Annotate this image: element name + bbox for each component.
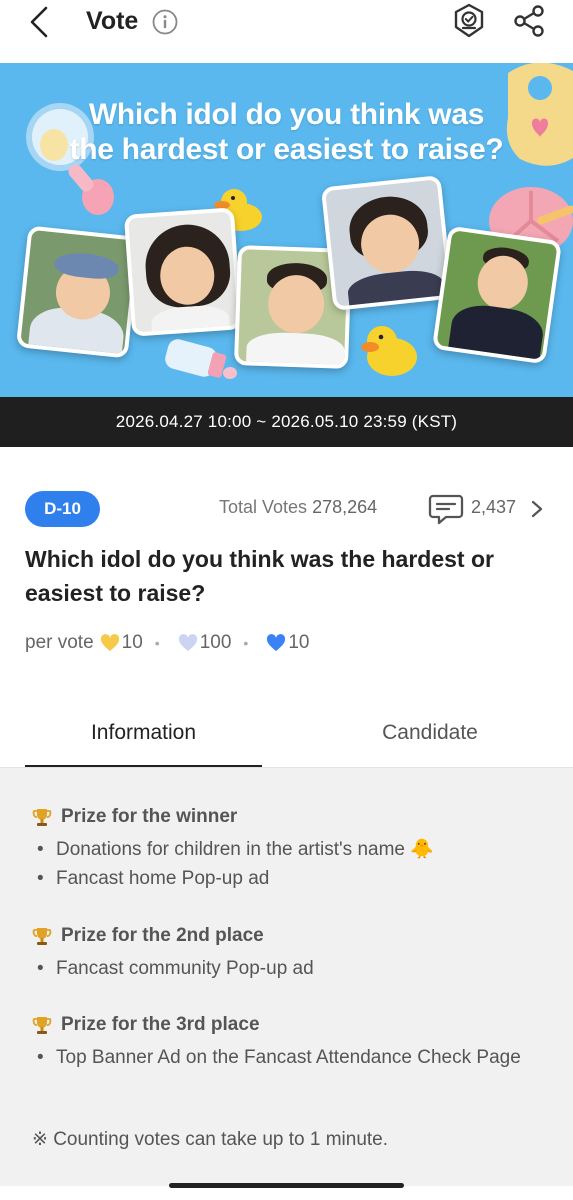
blue-heart-value: 10 [288,632,310,653]
top-bar: Vote [0,0,573,44]
share-icon[interactable] [512,4,546,38]
list-item: • Top Banner Ad on the Fancast Attendance… [37,1044,536,1072]
prize-2nd-title: Prize for the 2nd place [32,925,264,947]
back-button[interactable] [24,4,54,40]
idol-photo-2 [123,207,243,337]
idol-photo-5 [431,225,563,365]
bullet-dot: • [37,839,44,860]
bottle-decoration [165,339,237,379]
idol-photo-4 [320,175,454,311]
prize-winner-text: Prize for the winner [61,806,238,827]
list-item: • Fancast home Pop-up ad [37,865,269,893]
tab-information[interactable]: Information [25,705,262,768]
dday-badge: D-10 [25,491,100,527]
page-title: Vote [86,7,139,35]
banner-title-line-2: the hardest or easiest to raise? [69,133,504,166]
prize-2nd-text: Prize for the 2nd place [61,925,264,946]
per-vote-row: per vote 10 • 100 • 10 [25,632,309,654]
trophy-icon [32,928,52,945]
badge-icon[interactable] [452,3,486,39]
total-votes-label: Total Votes [219,497,308,517]
tab-candidate[interactable]: Candidate [310,705,550,768]
comment-icon[interactable] [428,492,464,526]
home-indicator[interactable] [169,1183,404,1188]
gold-heart-icon [100,634,119,651]
vote-date-range: 2026.04.27 10:00 ~ 2026.05.10 23:59 (KST… [0,397,573,447]
bullet-dot: • [37,868,44,889]
gold-heart-value: 10 [121,632,143,653]
info-icon[interactable] [152,9,178,35]
tab-bar: Information Candidate [0,705,573,768]
list-item: • Fancast community Pop-up ad [37,955,314,983]
vote-banner: Which idol do you think was the hardest … [0,63,573,397]
silver-heart-value: 100 [199,632,232,653]
bullet-dot: • [37,958,44,979]
list-item-text: Top Banner Ad on the Fancast Attendance … [56,1047,521,1068]
prize-winner-title: Prize for the winner [32,806,237,828]
list-item-text: Donations for children in the artist's n… [56,839,434,860]
counting-note: ※ Counting votes can take up to 1 minute… [32,1129,389,1150]
list-item: • Donations for children in the artist's … [37,836,434,864]
banner-title: Which idol do you think was the hardest … [0,97,573,167]
duck-decoration-bottom [361,326,417,376]
trophy-icon [32,1017,52,1034]
banner-title-line-1: Which idol do you think was [88,98,485,131]
blue-heart-icon [267,634,286,651]
total-votes-value: 278,264 [312,497,378,517]
total-votes: Total Votes 278,264 [219,497,377,518]
prize-3rd-title: Prize for the 3rd place [32,1014,260,1036]
silver-heart-icon [178,634,197,651]
back-icon [30,6,48,38]
comment-count[interactable]: 2,437 [471,497,516,518]
list-item-text: Fancast home Pop-up ad [56,868,270,889]
idol-photo-1 [15,225,141,359]
list-item-text: Fancast community Pop-up ad [56,958,314,979]
separator: • [154,635,160,651]
trophy-icon [32,809,52,826]
prize-3rd-text: Prize for the 3rd place [61,1014,260,1035]
chevron-right-icon[interactable] [530,499,544,519]
bullet-dot: • [37,1047,44,1068]
per-vote-label: per vote [25,632,94,653]
separator: • [243,635,249,651]
vote-question: Which idol do you think was the hardest … [25,546,494,606]
